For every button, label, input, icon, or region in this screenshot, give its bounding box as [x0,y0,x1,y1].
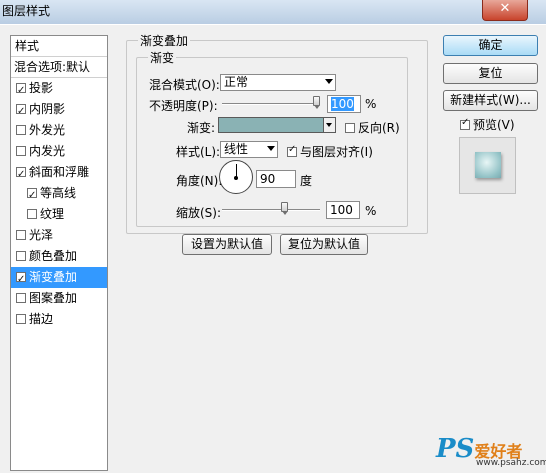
blend-mode-select[interactable]: 正常 [220,74,336,91]
style-item-5[interactable]: 斜面和浮雕 [11,162,107,185]
scale-slider-track[interactable] [222,209,320,211]
style-item-checkbox[interactable] [16,101,26,122]
chevron-down-icon[interactable] [323,118,335,132]
gradient-picker[interactable] [218,117,336,133]
chevron-down-icon [267,146,275,151]
opacity-slider-thumb[interactable] [313,96,320,109]
style-item-checkbox[interactable] [27,208,37,219]
style-item-label: 图案叠加 [29,291,78,305]
angle-center-dot [234,176,238,180]
ok-button[interactable]: 确定 [443,35,538,56]
preview-thumbnail [475,152,501,178]
style-item-label: 光泽 [29,228,54,242]
angle-label: 角度(N): [176,174,223,188]
style-item-label: 斜面和浮雕 [29,165,90,179]
reverse-checkbox[interactable]: 反向(R) [345,119,400,136]
window-title: 图层样式 [2,4,51,18]
preview-checkbox[interactable]: 预览(V) [460,116,515,133]
style-item-3[interactable]: 外发光 [11,120,107,141]
style-item-4[interactable]: 内发光 [11,141,107,162]
style-item-checkbox[interactable] [16,313,26,324]
style-item-label: 投影 [29,81,54,95]
style-item-9[interactable]: 颜色叠加 [11,246,107,267]
title-bar: 图层样式 ✕ [0,0,546,25]
style-item-label: 描边 [29,312,54,326]
style-item-checkbox[interactable] [16,80,26,101]
style-item-checkbox[interactable] [16,250,26,261]
close-icon: ✕ [499,1,511,16]
make-default-button[interactable]: 设置为默认值 [182,234,272,255]
style-item-label: 混合选项:默认 [14,60,91,74]
style-item-7[interactable]: 纹理 [11,204,107,225]
chevron-down-icon [325,79,333,84]
scale-label: 缩放(S): [176,206,222,220]
gradient-sub-legend: 渐变 [148,49,177,66]
style-item-12[interactable]: 描边 [11,309,107,330]
reset-button[interactable]: 复位 [443,63,538,84]
style-item-label: 等高线 [40,186,77,200]
style-item-label: 外发光 [29,123,66,137]
style-item-checkbox[interactable] [16,269,26,290]
gradient-overlay-legend: 渐变叠加 [138,32,191,49]
style-item-6[interactable]: 等高线 [11,183,107,206]
scale-input[interactable]: 100 [326,201,360,219]
align-with-layer-checkbox[interactable]: 与图层对齐(I) [287,143,373,160]
style-item-1[interactable]: 投影 [11,78,107,101]
reverse-checkbox-box[interactable] [345,122,355,133]
style-item-label: 内阴影 [29,102,66,116]
style-item-label: 内发光 [29,144,66,158]
opacity-label: 不透明度(P): [149,99,218,113]
style-item-checkbox[interactable] [16,292,26,303]
style-item-11[interactable]: 图案叠加 [11,288,107,309]
opacity-slider-track[interactable] [222,103,320,105]
style-item-label: 颜色叠加 [29,249,78,263]
blend-mode-label: 混合模式(O): [149,78,220,92]
style-item-checkbox[interactable] [16,145,26,156]
style-item-10[interactable]: 渐变叠加 [11,267,107,290]
angle-input[interactable]: 90 [256,170,296,188]
styles-list: 样式 混合选项:默认投影内阴影外发光内发光斜面和浮雕等高线纹理光泽颜色叠加渐变叠… [10,35,108,471]
scale-unit: % [365,204,377,218]
style-item-2[interactable]: 内阴影 [11,99,107,122]
reset-default-button[interactable]: 复位为默认值 [280,234,368,255]
new-style-button[interactable]: 新建样式(W)... [443,90,538,111]
opacity-unit: % [365,97,377,111]
style-label: 样式(L): [176,145,221,159]
angle-dial[interactable] [219,160,253,194]
style-item-label: 纹理 [40,207,65,221]
style-preview-swatch [459,137,516,194]
style-item-0[interactable]: 混合选项:默认 [11,57,107,78]
watermark-logo: PS爱好者 www.psahz.com [436,434,546,468]
angle-unit: 度 [300,174,313,188]
style-item-checkbox[interactable] [16,164,26,185]
styles-header[interactable]: 样式 [11,36,107,57]
gradient-label: 渐变: [187,121,216,135]
style-item-8[interactable]: 光泽 [11,225,107,246]
style-item-checkbox[interactable] [16,229,26,240]
scale-slider-thumb[interactable] [281,202,289,215]
style-item-checkbox[interactable] [16,124,26,135]
style-item-label: 渐变叠加 [29,270,78,284]
style-item-checkbox[interactable] [27,185,37,206]
align-checkbox-box[interactable] [287,144,297,157]
preview-checkbox-box[interactable] [460,117,470,130]
opacity-input[interactable]: 100 [327,95,361,113]
close-button[interactable]: ✕ [482,0,528,21]
style-select[interactable]: 线性 [220,141,278,158]
